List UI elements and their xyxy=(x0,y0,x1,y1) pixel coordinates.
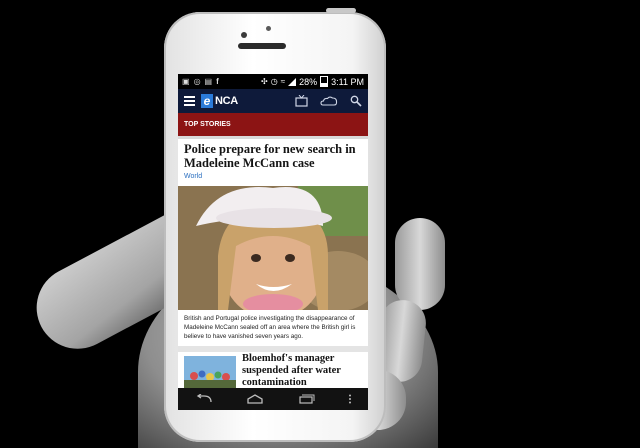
wifi-icon: ≈ xyxy=(280,77,286,86)
app-bar-actions xyxy=(295,95,362,107)
clock: 3:11 PM xyxy=(331,76,364,87)
alarm-icon: ◷ xyxy=(270,77,278,86)
earpiece-speaker xyxy=(238,43,286,49)
section-header[interactable]: TOP STORIES xyxy=(178,113,368,136)
divider xyxy=(178,136,368,139)
image-icon: ▣ xyxy=(182,77,190,86)
run-icon: ✣ xyxy=(261,77,268,86)
main-story-headline[interactable]: Police prepare for new search in Madelei… xyxy=(184,142,364,170)
second-story-thumbnail[interactable] xyxy=(184,356,236,390)
front-camera xyxy=(241,32,247,38)
back-icon[interactable] xyxy=(195,394,213,404)
app-bar: e NCA xyxy=(178,89,368,113)
signal-icon xyxy=(288,77,297,86)
divider xyxy=(178,346,368,352)
main-story-photo[interactable] xyxy=(178,186,368,310)
logo-text: NCA xyxy=(215,95,238,107)
hand-finger xyxy=(395,218,445,310)
overflow-icon[interactable] xyxy=(348,394,352,404)
enca-logo[interactable]: e NCA xyxy=(201,94,238,108)
weather-icon[interactable] xyxy=(320,95,338,107)
status-right: ✣ ◷ ≈ 28% 3:11 PM xyxy=(261,76,364,87)
second-story-headline[interactable]: Bloemhof's manager suspended after water… xyxy=(242,353,362,389)
whatsapp-icon: ◎ xyxy=(193,77,201,86)
search-icon[interactable] xyxy=(350,95,362,107)
recents-icon[interactable] xyxy=(297,394,315,404)
home-icon[interactable] xyxy=(246,394,264,404)
battery-percent: 28% xyxy=(299,76,318,87)
tv-icon[interactable] xyxy=(295,95,308,107)
menu-icon[interactable] xyxy=(184,96,195,106)
main-story-caption: British and Portugal police investigatin… xyxy=(184,315,356,341)
power-button xyxy=(326,8,356,13)
facebook-icon: f xyxy=(216,77,219,86)
battery-icon xyxy=(320,76,329,87)
status-bar: ▣ ◎ ▤ f ✣ ◷ ≈ 28% 3:11 PM xyxy=(178,74,368,89)
main-story-category[interactable]: World xyxy=(184,173,202,180)
notification-icons: ▣ ◎ ▤ f xyxy=(182,77,219,86)
logo-e: e xyxy=(201,94,213,108)
navigation-bar xyxy=(178,388,368,410)
chat-icon: ▤ xyxy=(204,77,213,86)
proximity-sensor xyxy=(266,26,271,31)
phone-screen: ▣ ◎ ▤ f ✣ ◷ ≈ 28% 3:11 PM e NCA TOP STOR… xyxy=(178,74,368,410)
